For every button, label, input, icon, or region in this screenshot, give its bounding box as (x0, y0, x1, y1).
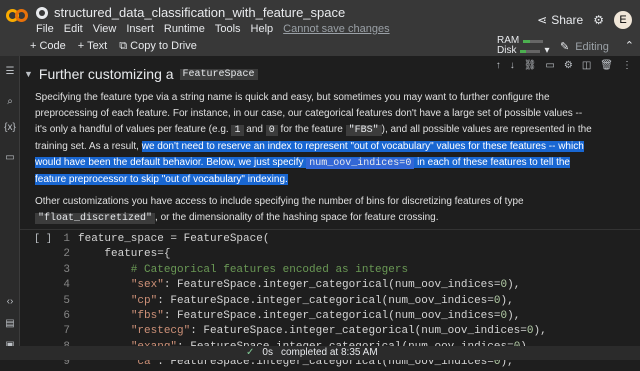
settings-icon[interactable]: ⚙ (564, 60, 573, 71)
code-text: feature_space = FeatureSpace( (78, 233, 270, 245)
more-icon[interactable]: ⋮ (622, 60, 632, 71)
menu-help[interactable]: Help (251, 23, 274, 35)
line-number: 1 (63, 233, 70, 245)
menu-file[interactable]: File (36, 23, 54, 35)
copy-to-drive-button[interactable]: ⧉ Copy to Drive (119, 40, 197, 53)
menu-runtime[interactable]: Runtime (164, 23, 205, 35)
github-icon (36, 6, 48, 19)
cell-toolbar: ↑ ↓ ⛓ ▭ ⚙ ◫ 🗑 ⋮ (496, 60, 632, 71)
move-up-icon[interactable]: ↑ (496, 60, 501, 71)
share-icon: ⋖ (537, 13, 548, 27)
line-number: 7 (63, 325, 70, 338)
heading-text: Further customizing a (38, 66, 174, 82)
code-cell[interactable]: [ ] 1 feature_space = FeatureSpace(2 feat… (20, 229, 640, 368)
variables-icon[interactable]: {x} (0, 122, 20, 133)
search-icon[interactable]: ⌕ (0, 96, 20, 107)
folder-icon[interactable]: ▭ (0, 152, 20, 163)
code-snippets-icon[interactable]: ‹› (0, 296, 20, 307)
p2-text-a: Other customizations you have access to … (35, 196, 524, 207)
menu-tools[interactable]: Tools (215, 23, 241, 35)
notebook-title-text[interactable]: structured_data_classification_with_feat… (54, 5, 345, 20)
add-code-button[interactable]: + Code (30, 40, 66, 53)
paragraph-block: Specifying the feature type via a string… (35, 90, 595, 233)
mirror-cell-icon[interactable]: ◫ (582, 60, 591, 71)
line-number: 5 (63, 294, 70, 307)
line-number: 3 (63, 263, 70, 276)
p1-code-3: "FBS" (345, 125, 382, 136)
comment-icon[interactable]: ▭ (545, 60, 554, 71)
status-bar: ✓ 0s completed at 8:35 AM (0, 346, 640, 360)
p1-text-b: for the feature (280, 124, 343, 135)
collapse-header-icon[interactable]: ⌃ (625, 39, 634, 52)
editing-label: Editing (575, 40, 609, 53)
p1-and: and (246, 124, 263, 135)
disk-label: Disk (497, 45, 517, 56)
paragraph-1: Specifying the feature type via a string… (35, 90, 595, 188)
code-line: 2 features={ (50, 247, 547, 262)
p2-text-b: , or the dimensionality of the hashing s… (155, 212, 439, 223)
disk-bar-fill (520, 49, 527, 53)
share-button[interactable]: ⋖ Share (537, 13, 583, 27)
code-text: "sex": FeatureSpace.integer_categorical(… (130, 279, 521, 292)
avatar[interactable]: E (614, 11, 632, 29)
ram-bar (523, 39, 544, 43)
settings-gear-icon[interactable]: ⚙ (593, 13, 604, 27)
left-sidebar: ☰ ⌕ {x} ▭ ‹› ▤ ▣ (0, 56, 20, 360)
line-number: 2 (63, 248, 70, 261)
notebook-toolbar: + Code + Text ⧉ Copy to Drive RAM Disk ▾ … (0, 36, 640, 56)
move-down-icon[interactable]: ↓ (510, 60, 515, 71)
editing-mode[interactable]: ✎ Editing (560, 40, 609, 54)
menu-edit[interactable]: Edit (64, 23, 83, 35)
notebook-title[interactable]: structured_data_classification_with_feat… (36, 5, 345, 20)
code-line: 1 feature_space = FeatureSpace( (50, 232, 547, 247)
toc-icon[interactable]: ☰ (0, 66, 20, 77)
code-text: "cp": FeatureSpace.integer_categorical(n… (130, 294, 514, 307)
link-icon[interactable]: ⛓ (524, 60, 537, 71)
code-line: 3 # Categorical features encoded as inte… (50, 263, 547, 278)
code-text: "fbs": FeatureSpace.integer_categorical(… (130, 310, 521, 323)
code-line: 4 "sex": FeatureSpace.integer_categorica… (50, 278, 547, 293)
menu-bar: File Edit View Insert Runtime Tools Help… (36, 23, 390, 35)
code-text: # Categorical features encoded as intege… (78, 263, 409, 276)
selected-code: num_oov_indices=0 (306, 158, 415, 169)
disk-bar (520, 49, 541, 53)
checkmark-icon: ✓ (246, 347, 255, 358)
line-number: 6 (63, 310, 70, 323)
menu-insert[interactable]: Insert (126, 23, 154, 35)
p1-code-2: 0 (265, 125, 278, 136)
p1-code-1: 1 (231, 125, 244, 136)
code-text: features={ (78, 248, 171, 261)
command-palette-icon[interactable]: ▤ (0, 318, 20, 329)
delete-icon[interactable]: 🗑 (600, 60, 613, 71)
heading-code: FeatureSpace (179, 68, 258, 80)
paragraph-2: Other customizations you have access to … (35, 194, 595, 227)
code-line: 6 "fbs": FeatureSpace.integer_categorica… (50, 309, 547, 324)
line-number: 4 (63, 279, 70, 292)
exec-completed: completed at 8:35 AM (280, 347, 378, 358)
add-text-button[interactable]: + Text (78, 40, 107, 53)
ram-bar-fill (523, 39, 531, 43)
header-actions: ⋖ Share ⚙ E (537, 11, 632, 29)
share-label: Share (551, 13, 584, 27)
exec-time: 0s (262, 347, 273, 358)
cannot-save-link[interactable]: Cannot save changes (283, 23, 389, 35)
resources-indicator[interactable]: RAM Disk ▾ (497, 36, 549, 56)
colab-logo[interactable] (6, 9, 28, 23)
resources-dropdown-icon[interactable]: ▾ (544, 46, 549, 56)
copy-to-drive-label: Copy to Drive (130, 40, 197, 52)
code-line: 5 "cp": FeatureSpace.integer_categorical… (50, 294, 547, 309)
section-heading: ▼ Further customizing a FeatureSpace (24, 66, 258, 82)
pencil-icon: ✎ (560, 41, 570, 53)
collapse-caret-icon[interactable]: ▼ (24, 69, 33, 79)
code-line: 7 "restecg": FeatureSpace.integer_catego… (50, 324, 547, 339)
menu-view[interactable]: View (93, 23, 117, 35)
p2-code: "float_discretized" (35, 213, 156, 224)
code-text: "restecg": FeatureSpace.integer_categori… (130, 325, 547, 338)
drive-icon: ⧉ (119, 40, 128, 52)
